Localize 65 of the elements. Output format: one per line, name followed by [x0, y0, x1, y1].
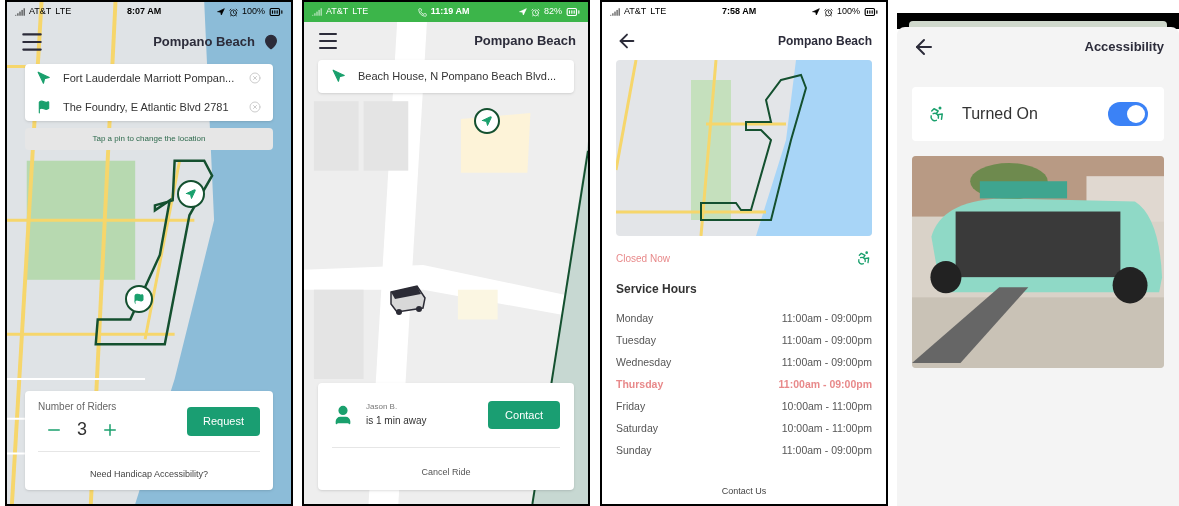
- hours-value: 11:00am - 09:00pm: [781, 311, 872, 326]
- alarm-icon: [530, 7, 540, 17]
- accessibility-link[interactable]: Need Handicap Accessibility?: [89, 469, 209, 479]
- driver-name: Jason B.: [366, 401, 399, 414]
- battery-icon: [864, 5, 878, 19]
- navigation-arrow-icon: [37, 71, 51, 86]
- cancel-ride-button[interactable]: Cancel Ride: [421, 466, 471, 480]
- clock-time: 11:19 AM: [430, 5, 470, 19]
- day-label: Friday: [616, 399, 646, 414]
- signal-icon: [610, 7, 620, 17]
- clock-time: 8:07 AM: [127, 5, 162, 19]
- location-icon: [216, 8, 225, 16]
- carrier-label: AT&T: [624, 5, 647, 19]
- driver-eta: is 1 min away: [366, 414, 427, 429]
- open-status: Closed Now: [616, 251, 670, 266]
- alarm-icon: [228, 7, 238, 17]
- section-heading: Service Hours: [615, 281, 698, 298]
- battery-level: 100%: [836, 5, 860, 19]
- destination-field[interactable]: Beach House, N Pompano Beach Blvd...: [358, 68, 557, 85]
- hours-value: 10:00am - 11:00pm: [781, 399, 872, 414]
- location-icon: [811, 8, 820, 16]
- hours-value: 11:00am - 09:00pm: [781, 355, 872, 370]
- battery-level: 82%: [543, 5, 562, 19]
- contact-link[interactable]: Contact Us: [721, 486, 767, 496]
- hint-bar: Tap a pin to change the location: [25, 128, 273, 150]
- map-pin-icon[interactable]: [263, 34, 279, 50]
- alarm-icon: [823, 7, 833, 17]
- location-icon: [518, 8, 527, 16]
- day-label: Thursday: [616, 377, 664, 392]
- network-label: LTE: [55, 5, 72, 19]
- toggle-label: Turned On: [962, 104, 1039, 124]
- destination-field[interactable]: The Foundry, E Atlantic Blvd 2781: [63, 98, 237, 115]
- screen-title: Pompano Beach: [153, 33, 255, 52]
- van-icon: [389, 284, 427, 316]
- signal-icon: [312, 7, 322, 17]
- hours-value: 10:00am - 11:00pm: [781, 421, 872, 436]
- screen-title: Pompano Beach: [474, 32, 576, 51]
- wheelchair-icon: [928, 105, 946, 123]
- day-label: Sunday: [616, 443, 652, 458]
- hours-value: 11:00am - 09:00pm: [781, 443, 872, 458]
- hours-value: 11:00am - 09:00pm: [781, 333, 872, 348]
- riders-label: Number of Riders: [38, 400, 118, 414]
- day-label: Wednesday: [616, 355, 672, 370]
- day-label: Saturday: [616, 421, 659, 436]
- hours-value: 11:00am - 09:00pm: [778, 377, 872, 392]
- network-label: LTE: [352, 5, 369, 19]
- battery-level: 100%: [241, 5, 265, 19]
- clock-time: 7:58 AM: [722, 5, 757, 19]
- battery-icon: [269, 5, 283, 19]
- network-label: LTE: [650, 5, 667, 19]
- origin-field[interactable]: Fort Lauderdale Marriott Pompan...: [63, 70, 237, 87]
- carrier-label: AT&T: [326, 5, 349, 19]
- battery-icon: [566, 5, 580, 19]
- phone-icon: [417, 7, 427, 17]
- screen-title: Pompano Beach: [777, 33, 872, 50]
- carrier-label: AT&T: [29, 5, 52, 19]
- wheelchair-icon: [856, 250, 872, 266]
- day-label: Tuesday: [616, 333, 656, 348]
- toggle-switch[interactable]: [1108, 102, 1148, 126]
- rider-count: 3: [77, 418, 87, 441]
- signal-icon: [15, 7, 25, 17]
- navigation-arrow-icon: [332, 69, 346, 84]
- screen-title: Accessibility: [1084, 38, 1164, 57]
- flag-icon: [37, 99, 51, 114]
- day-label: Monday: [616, 311, 654, 326]
